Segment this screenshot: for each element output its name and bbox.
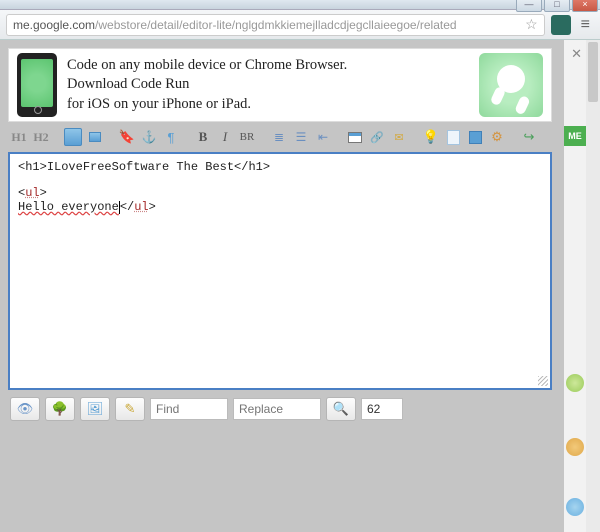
code-editor-textarea[interactable]: <h1>ILoveFreeSoftware The Best</h1> <ul>… — [8, 152, 552, 390]
editor-bottom-toolbar: 👁 🌳 🖼 ✎ 🔍 — [8, 390, 552, 428]
tag-button[interactable]: 🔖 — [118, 128, 136, 146]
editor-line: Hello everyone</ul> — [18, 200, 542, 214]
outdent-button[interactable]: ⇤ — [314, 128, 332, 146]
bold-button[interactable]: B — [194, 128, 212, 146]
search-button[interactable]: 🔍 — [326, 397, 356, 421]
editor-line: <h1>ILoveFreeSoftware The Best</h1> — [18, 160, 542, 174]
side-decoration-icon — [566, 498, 584, 516]
side-decoration-icon — [566, 374, 584, 392]
banner-line-3: for iOS on your iPhone or iPad. — [67, 95, 469, 115]
heading1-button[interactable]: H1 — [10, 128, 28, 146]
settings-button[interactable]: ⚙ — [488, 128, 506, 146]
image-settings-button[interactable] — [86, 128, 104, 146]
page-scrollbar[interactable] — [586, 40, 600, 532]
editor-app-panel: Code on any mobile device or Chrome Brow… — [8, 48, 552, 428]
save-button[interactable] — [466, 128, 484, 146]
url-input[interactable]: me.google.com/webstore/detail/editor-lit… — [6, 14, 545, 36]
email-button[interactable]: ✉ — [390, 128, 408, 146]
window-minimize-button[interactable]: — — [516, 0, 542, 12]
banner-line-1: Code on any mobile device or Chrome Brow… — [67, 56, 469, 76]
paragraph-button[interactable]: ¶ — [162, 128, 180, 146]
find-input[interactable] — [150, 398, 228, 420]
editor-toolbar: H1 H2 🔖 ⚓ ¶ B I BR ≣ ☰ ⇤ 🔗 ✉ 💡 ⚙ — [8, 122, 552, 152]
extension-icon[interactable] — [551, 15, 571, 35]
editor-blank-line — [18, 174, 542, 186]
browser-address-bar: me.google.com/webstore/detail/editor-lit… — [0, 10, 600, 40]
resize-handle-icon[interactable] — [538, 376, 548, 386]
table-button[interactable] — [346, 128, 364, 146]
page-content: ME ✕ Code on any mobile device or Chrome… — [0, 40, 600, 532]
banner-text: Code on any mobile device or Chrome Brow… — [67, 56, 469, 115]
webstore-side-strip — [564, 40, 586, 532]
promo-banner[interactable]: Code on any mobile device or Chrome Brow… — [8, 48, 552, 122]
runner-logo-icon — [479, 53, 543, 117]
webstore-badge: ME — [564, 126, 586, 146]
highlight-button[interactable]: 💡 — [422, 128, 440, 146]
heading2-button[interactable]: H2 — [32, 128, 50, 146]
url-host: me.google.com — [13, 18, 95, 32]
character-count-field[interactable] — [361, 398, 403, 420]
window-maximize-button[interactable]: □ — [544, 0, 570, 12]
side-decoration-icon — [566, 438, 584, 456]
format-wand-button[interactable]: ✎ — [115, 397, 145, 421]
url-path: /webstore/detail/editor-lite/nglgdmkkiem… — [95, 18, 457, 32]
link-button[interactable]: 🔗 — [368, 128, 386, 146]
tree-view-button[interactable]: 🌳 — [45, 397, 75, 421]
preview-button[interactable]: 👁 — [10, 397, 40, 421]
italic-button[interactable]: I — [216, 128, 234, 146]
insert-image-button[interactable] — [64, 128, 82, 146]
share-button[interactable]: ↪ — [520, 128, 538, 146]
replace-input[interactable] — [233, 398, 321, 420]
image-view-button[interactable]: 🖼 — [80, 397, 110, 421]
window-titlebar: — □ × — [0, 0, 600, 10]
phone-icon — [17, 53, 57, 117]
unordered-list-button[interactable]: ☰ — [292, 128, 310, 146]
chrome-menu-icon[interactable]: ≡ — [577, 16, 594, 34]
linebreak-button[interactable]: BR — [238, 128, 256, 146]
window-close-button[interactable]: × — [572, 0, 598, 12]
editor-line: <ul> — [18, 186, 542, 200]
anchor-button[interactable]: ⚓ — [140, 128, 158, 146]
ordered-list-button[interactable]: ≣ — [270, 128, 288, 146]
new-document-button[interactable] — [444, 128, 462, 146]
banner-line-2: Download Code Run — [67, 75, 469, 95]
bookmark-star-icon[interactable]: ☆ — [519, 16, 538, 33]
overlay-close-button[interactable]: ✕ — [571, 46, 582, 62]
